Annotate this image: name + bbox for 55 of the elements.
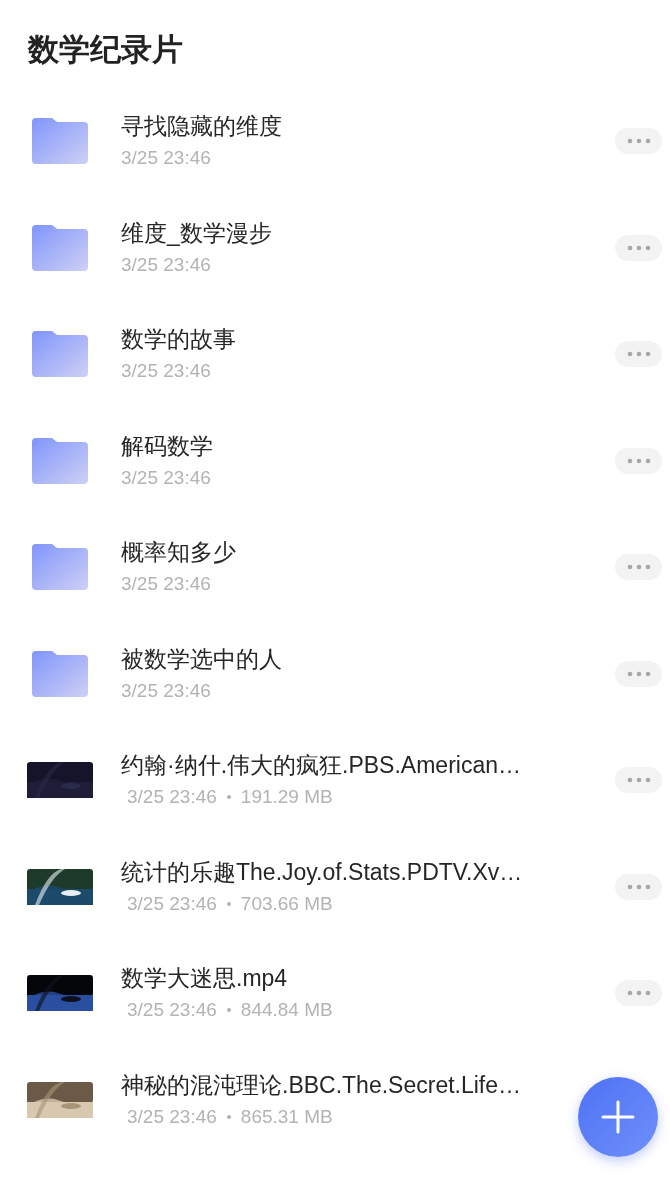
more-button[interactable] xyxy=(615,767,662,794)
more-icon xyxy=(626,777,651,784)
folder-icon xyxy=(30,435,90,486)
file-size: 191.29 MB xyxy=(240,785,333,810)
modified-date: 3/25 23:46 xyxy=(127,891,217,916)
more-button[interactable] xyxy=(615,341,662,368)
separator-dot xyxy=(226,1114,231,1119)
file-size: 844.84 MB xyxy=(240,998,333,1023)
more-button[interactable] xyxy=(615,234,662,261)
file-name: 数学大迷思.mp4 xyxy=(121,964,289,994)
file-name: 数学的故事 xyxy=(121,325,237,355)
file-size: 865.31 MB xyxy=(240,1104,333,1129)
more-button[interactable] xyxy=(615,447,662,474)
file-name: 神秘的混沌理论.BBC.The.Secret.Life… xyxy=(121,1070,523,1100)
page-title: 数学纪录片 xyxy=(26,31,184,69)
more-icon xyxy=(626,990,651,997)
modified-date: 3/25 23:46 xyxy=(121,252,211,277)
folder-icon xyxy=(30,222,90,273)
more-icon xyxy=(626,138,651,145)
file-name: 寻找隐藏的维度 xyxy=(121,112,283,142)
more-button[interactable] xyxy=(615,873,662,900)
more-icon xyxy=(626,351,651,358)
file-name: 维度_数学漫步 xyxy=(121,218,273,248)
modified-date: 3/25 23:46 xyxy=(127,998,217,1023)
separator-dot xyxy=(226,795,231,800)
modified-date: 3/25 23:46 xyxy=(121,146,211,171)
plus-icon xyxy=(601,1100,635,1134)
modified-date: 3/25 23:46 xyxy=(121,359,211,384)
file-name: 统计的乐趣The.Joy.of.Stats.PDTV.Xv… xyxy=(121,857,524,887)
folder-icon xyxy=(30,116,90,167)
more-button[interactable] xyxy=(615,660,662,687)
more-icon xyxy=(626,883,651,890)
add-button[interactable] xyxy=(578,1077,658,1157)
file-name: 概率知多少 xyxy=(121,538,237,568)
separator-dot xyxy=(226,1008,231,1013)
more-icon xyxy=(626,564,651,571)
more-icon xyxy=(626,244,651,251)
file-name: 被数学选中的人 xyxy=(121,644,283,674)
more-button[interactable] xyxy=(615,554,662,581)
folder-icon xyxy=(30,648,90,699)
modified-date: 3/25 23:46 xyxy=(127,1104,217,1129)
more-icon xyxy=(626,457,651,464)
modified-date: 3/25 23:46 xyxy=(121,572,211,597)
modified-date: 3/25 23:46 xyxy=(121,465,211,490)
more-button[interactable] xyxy=(615,980,662,1007)
folder-icon xyxy=(30,329,90,380)
modified-date: 3/25 23:46 xyxy=(127,785,217,810)
file-size: 703.66 MB xyxy=(240,891,333,916)
folder-icon xyxy=(30,542,90,593)
more-icon xyxy=(626,670,651,677)
file-name: 解码数学 xyxy=(121,431,214,461)
modified-date: 3/25 23:46 xyxy=(121,678,211,703)
more-button[interactable] xyxy=(615,128,662,155)
file-name: 约翰·纳什.伟大的疯狂.PBS.American… xyxy=(121,751,522,781)
separator-dot xyxy=(226,901,231,906)
